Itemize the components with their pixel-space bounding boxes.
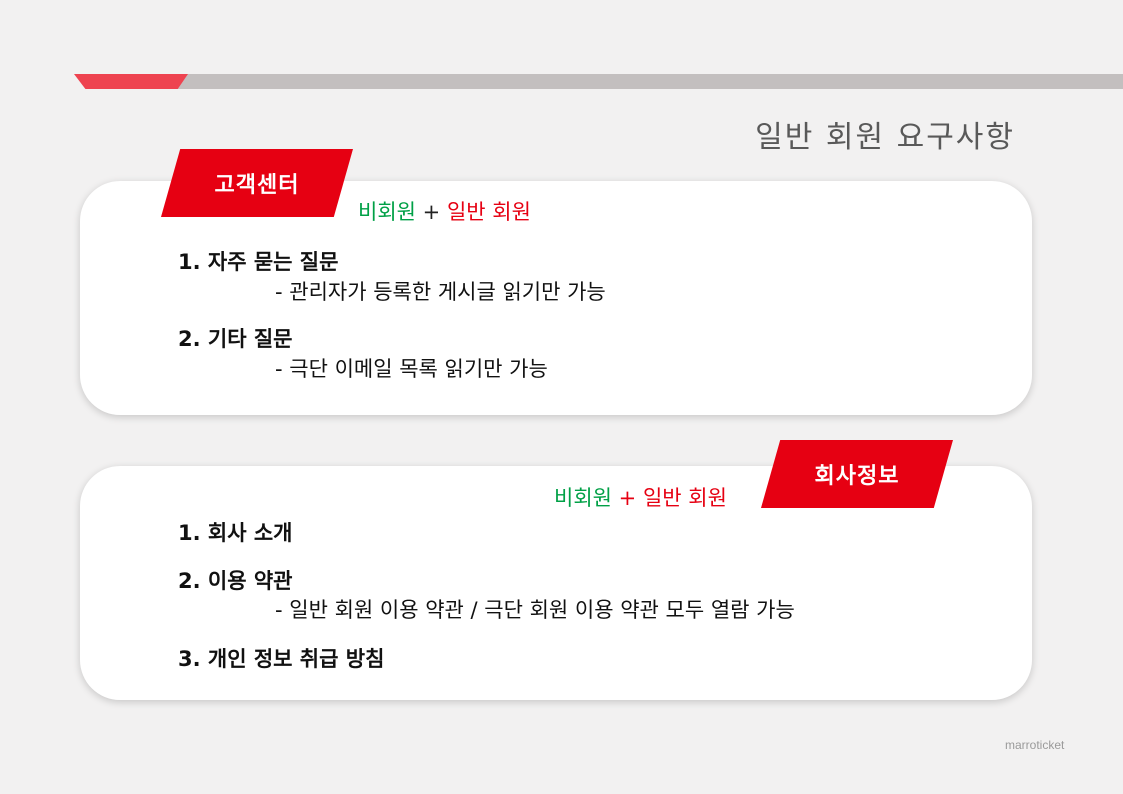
access-label: 비회원 + 일반 회원: [358, 196, 531, 226]
member-label: 일반 회원: [446, 200, 531, 224]
item-terms-desc: - 일반 회원 이용 약관 / 극단 회원 이용 약관 모두 열람 가능: [275, 598, 795, 622]
company-info-tag: 회사정보: [761, 440, 953, 508]
item-terms: 2. 이용 약관: [178, 569, 293, 593]
slide: 일반 회원 요구사항 고객센터 비회원 + 일반 회원 1. 자주 묻는 질문 …: [0, 0, 1123, 794]
item-other-questions: 2. 기타 질문: [178, 327, 293, 351]
item-other-questions-desc: - 극단 이메일 목록 읽기만 가능: [275, 357, 548, 381]
plus-sign: +: [618, 486, 637, 510]
guest-label: 비회원: [554, 486, 612, 510]
member-label: 일반 회원: [642, 486, 727, 510]
header-accent: [74, 74, 188, 89]
item-privacy-policy: 3. 개인 정보 취급 방침: [178, 647, 385, 671]
page-title: 일반 회원 요구사항: [755, 120, 1015, 155]
customer-center-tag: 고객센터: [161, 149, 353, 217]
item-company-intro: 1. 회사 소개: [178, 521, 293, 545]
guest-label: 비회원: [358, 200, 416, 224]
header-bar: [170, 74, 1123, 89]
item-faq: 1. 자주 묻는 질문: [178, 250, 339, 274]
watermark: marroticket: [1005, 738, 1065, 752]
plus-sign: +: [422, 200, 441, 224]
item-faq-desc: - 관리자가 등록한 게시글 읽기만 가능: [275, 280, 606, 304]
access-label: 비회원 + 일반 회원: [554, 482, 727, 512]
